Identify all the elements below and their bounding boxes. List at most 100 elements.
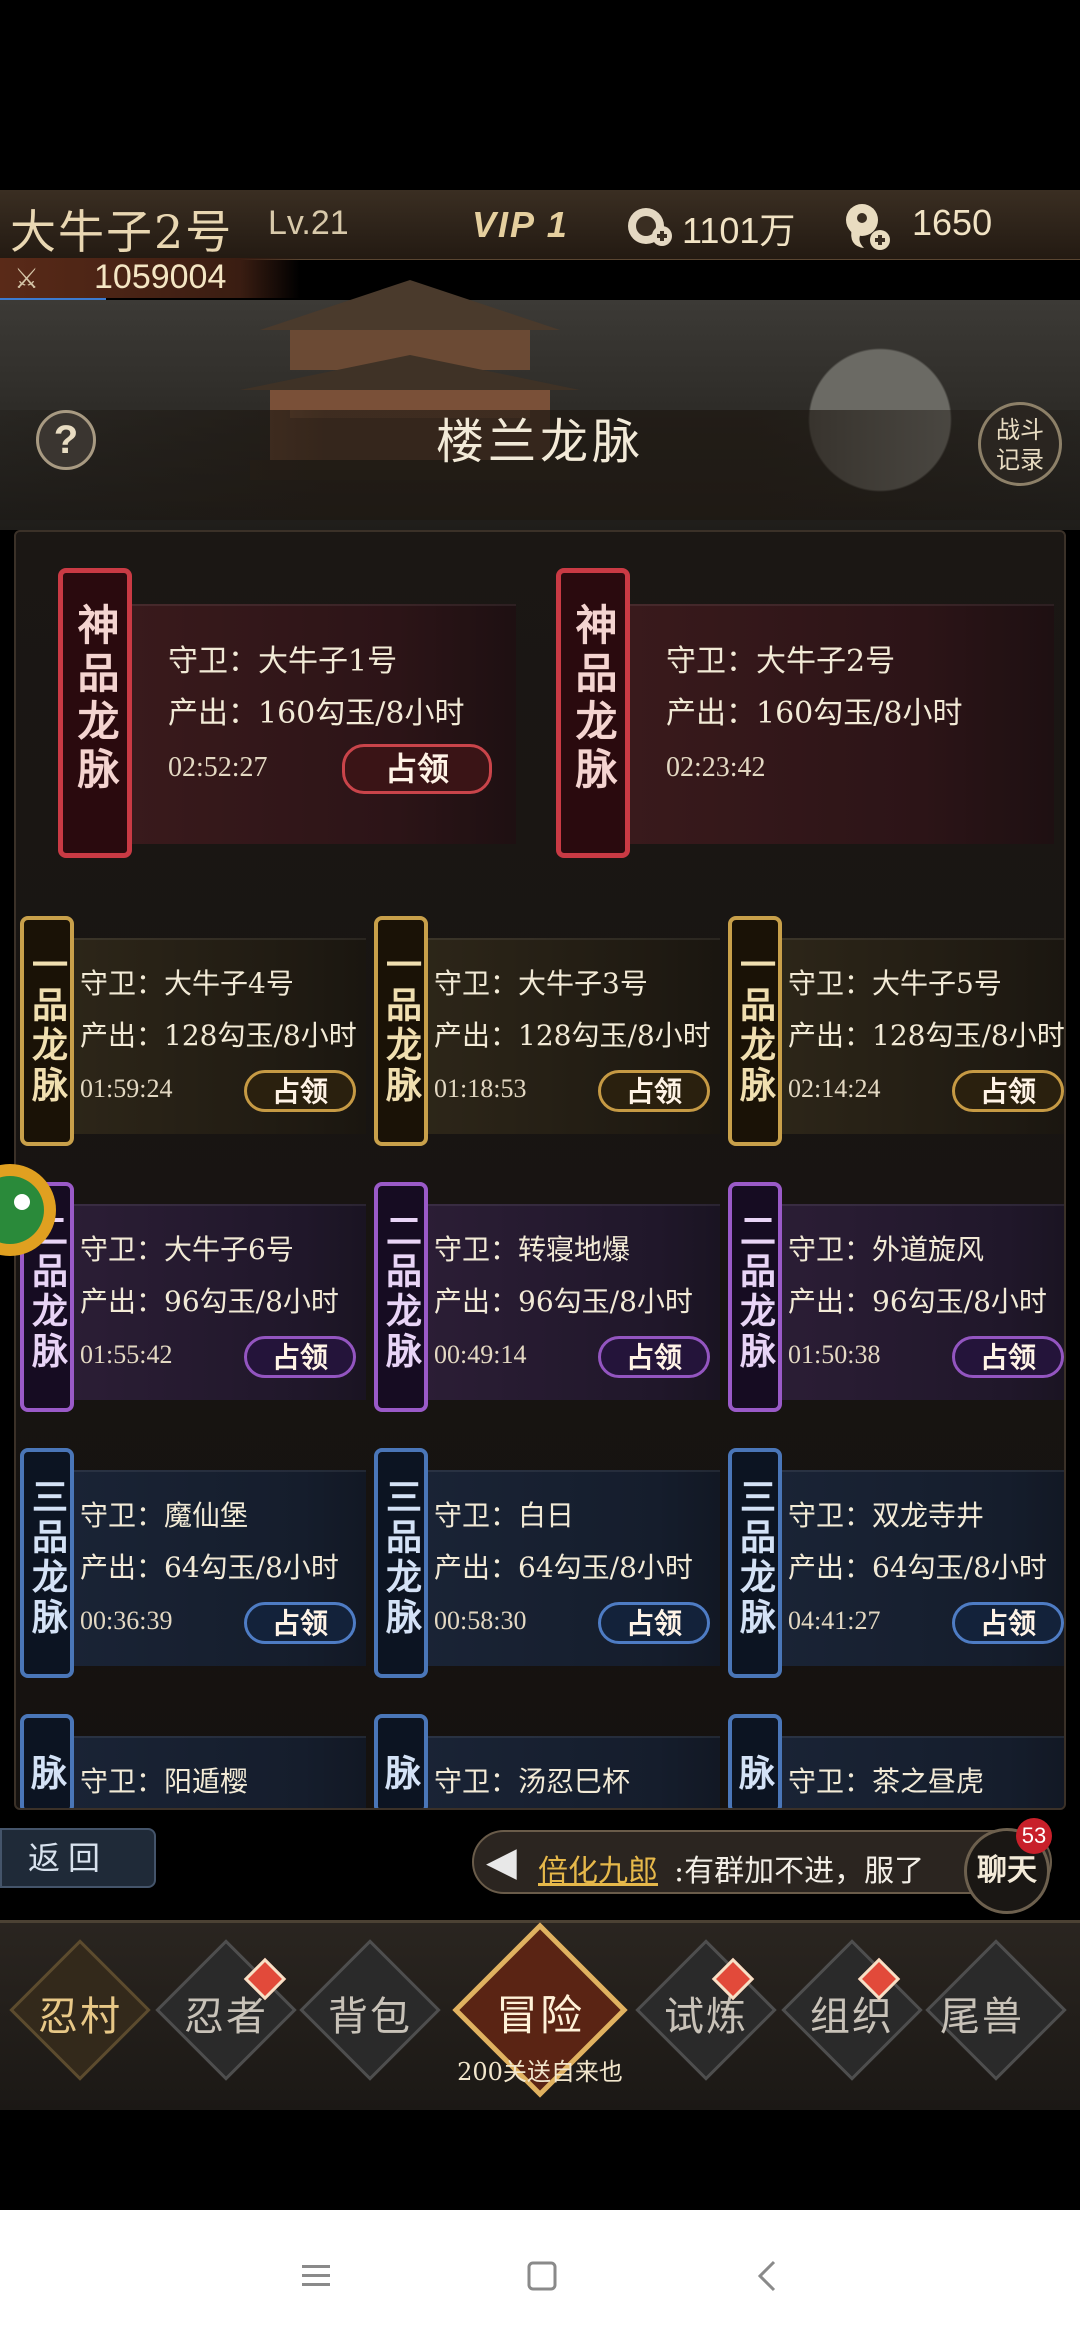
output-rate: 产出：64勾玉/8小时 [434, 1551, 693, 1584]
occupy-button[interactable]: 占领 [598, 1602, 710, 1644]
coin-add-icon[interactable] [624, 200, 676, 252]
grade3-vein-card[interactable]: 守卫：茶之昼虎 [760, 1736, 1064, 1808]
nav-village[interactable]: 忍村 [10, 1984, 150, 2042]
grade1-rank-ribbon: 一品龙脉 [728, 916, 782, 1146]
menu-icon[interactable] [296, 2256, 336, 2296]
divine-vein-card[interactable]: 守卫：大牛子2号 产出：160勾玉/8小时 02:23:42 [614, 604, 1054, 844]
rank-label: 神品龙脉 [569, 603, 618, 795]
rank-label: 三品龙脉 [733, 1754, 778, 1794]
output-rate: 产出：64勾玉/8小时 [80, 1551, 339, 1584]
rank-label: 三品龙脉 [380, 1478, 422, 1638]
grade1-rank-ribbon: 一品龙脉 [20, 916, 74, 1146]
output-rate: 产出：160勾玉/8小时 [666, 696, 963, 731]
guard-name: 守卫：茶之昼虎 [788, 1765, 985, 1798]
grade1-vein-card[interactable]: 守卫：大牛子4号 产出：128勾玉/8小时 01:59:24 占领 [52, 938, 366, 1134]
rank-label: 三品龙脉 [25, 1754, 70, 1794]
nav-trial[interactable]: 试炼 [636, 1984, 776, 2042]
occupy-button[interactable]: 占领 [952, 1070, 1064, 1112]
output-rate: 产出：128勾玉/8小时 [434, 1019, 711, 1052]
guard-name: 守卫：转寝地爆 [434, 1233, 631, 1266]
countdown-timer: 01:50:38 [788, 1340, 881, 1369]
grade3-rank-ribbon: 三品龙脉 [20, 1448, 74, 1678]
rank-label: 二品龙脉 [734, 1212, 776, 1372]
occupy-button[interactable]: 占领 [952, 1602, 1064, 1644]
guard-name: 守卫：大牛子5号 [788, 967, 1002, 1000]
occupy-button[interactable]: 占领 [598, 1336, 710, 1378]
grade3-vein-card[interactable]: 守卫：白日 产出：64勾玉/8小时 00:58:30 占领 [406, 1470, 720, 1666]
back-icon[interactable] [748, 2256, 788, 2296]
magatama-add-icon[interactable] [838, 198, 894, 254]
nav-adventure[interactable]: 冒险 [470, 1982, 610, 2043]
status-bar-area [0, 0, 1080, 190]
rank-label: 神品龙脉 [71, 603, 120, 795]
nav-tailed-beast[interactable]: 尾兽 [912, 1984, 1052, 2042]
divine-rank-ribbon: 神品龙脉 [58, 568, 132, 858]
nav-ninja[interactable]: 忍者 [156, 1984, 296, 2042]
guard-name: 守卫：大牛子4号 [80, 967, 294, 1000]
output-rate: 产出：64勾玉/8小时 [788, 1551, 1047, 1584]
occupy-button[interactable]: 占领 [244, 1336, 356, 1378]
occupy-button[interactable]: 占领 [952, 1336, 1064, 1378]
countdown-timer: 04:41:27 [788, 1606, 881, 1635]
rank-label: 一品龙脉 [380, 946, 422, 1106]
rank-label: 三品龙脉 [734, 1478, 776, 1638]
grade1-vein-card[interactable]: 守卫：大牛子3号 产出：128勾玉/8小时 01:18:53 占领 [406, 938, 720, 1134]
guard-name: 守卫：外道旋风 [788, 1233, 985, 1266]
output-rate: 产出：96勾玉/8小时 [434, 1285, 693, 1318]
occupy-button[interactable]: 占领 [598, 1070, 710, 1112]
grade1-vein-card[interactable]: 守卫：大牛子5号 产出：128勾玉/8小时 02:14:24 占领 [760, 938, 1065, 1134]
output-rate: 产出：128勾玉/8小时 [80, 1019, 357, 1052]
page-title: 楼兰龙脉 [435, 414, 644, 470]
rank-label: 三品龙脉 [379, 1754, 424, 1794]
grade3-vein-card[interactable]: 守卫：魔仙堡 产出：64勾玉/8小时 00:36:39 占领 [52, 1470, 366, 1666]
divine-rank-ribbon: 神品龙脉 [556, 568, 630, 858]
home-icon[interactable] [522, 2256, 562, 2296]
bottom-black-strip [0, 2110, 1080, 2210]
battle-record-button[interactable]: 战斗 记录 [978, 402, 1062, 486]
guard-name: 守卫：大牛子6号 [80, 1233, 294, 1266]
chat-message: :有群加不进，服了 [674, 1854, 925, 1889]
help-button[interactable]: ? [36, 410, 96, 470]
nav-guild[interactable]: 组织 [782, 1984, 922, 2042]
occupy-button[interactable]: 占领 [244, 1602, 356, 1644]
grade3-vein-card[interactable]: 守卫：汤忍巳杯 [406, 1736, 720, 1808]
grade1-rank-ribbon: 一品龙脉 [374, 916, 428, 1146]
grade2-vein-card[interactable]: 守卫：转寝地爆 产出：96勾玉/8小时 00:49:14 占领 [406, 1204, 720, 1400]
output-rate: 产出：128勾玉/8小时 [788, 1019, 1065, 1052]
grade3-rank-ribbon: 三品龙脉 [728, 1448, 782, 1678]
guard-name: 守卫：双龙寺井 [788, 1499, 985, 1532]
guard-name: 守卫：汤忍巳杯 [434, 1765, 631, 1798]
grade3-rank-ribbon: 三品龙脉 [728, 1714, 782, 1808]
grade2-vein-card[interactable]: 守卫：大牛子6号 产出：96勾玉/8小时 01:55:42 占领 [52, 1204, 366, 1400]
battle-record-label-1: 战斗 [996, 416, 1044, 444]
dragon-vein-panel: 守卫：大牛子1号 产出：160勾玉/8小时 02:52:27 占领 神品龙脉 守… [14, 530, 1066, 1810]
grade2-rank-ribbon: 二品龙脉 [728, 1182, 782, 1412]
floating-event-icon[interactable] [0, 1150, 60, 1270]
divine-vein-card[interactable]: 守卫：大牛子1号 产出：160勾玉/8小时 02:52:27 占领 [116, 604, 516, 844]
player-name[interactable]: 大牛子2号 [10, 196, 233, 262]
rank-label: 一品龙脉 [26, 946, 68, 1106]
countdown-timer: 01:18:53 [434, 1074, 527, 1103]
battle-record-label-2: 记录 [996, 446, 1044, 474]
grade3-vein-card[interactable]: 守卫：双龙寺井 产出：64勾玉/8小时 04:41:27 占领 [760, 1470, 1064, 1666]
guard-name: 守卫：大牛子2号 [666, 644, 896, 679]
countdown-timer: 00:36:39 [80, 1606, 173, 1635]
output-rate: 产出：160勾玉/8小时 [168, 696, 465, 731]
occupy-button[interactable]: 占领 [244, 1070, 356, 1112]
grade3-vein-card[interactable]: 守卫：阳遁樱 [52, 1736, 366, 1808]
guard-name: 守卫：阳遁樱 [80, 1765, 249, 1798]
vip-badge[interactable]: VIP 1 [472, 204, 569, 246]
arrow-left-icon[interactable]: ◀ [486, 1840, 526, 1884]
grade2-vein-card[interactable]: 守卫：外道旋风 产出：96勾玉/8小时 01:50:38 占领 [760, 1204, 1064, 1400]
countdown-timer: 00:49:14 [434, 1340, 527, 1369]
adventure-promo: 200关送自来也 [457, 2058, 623, 2086]
grade3-rank-ribbon: 三品龙脉 [374, 1448, 428, 1678]
back-button[interactable]: 返回 [0, 1828, 156, 1888]
nav-bag[interactable]: 背包 [300, 1984, 440, 2042]
magatama-value: 1650 [912, 202, 993, 243]
grade3-rank-ribbon: 三品龙脉 [374, 1714, 428, 1808]
chat-sender[interactable]: 倍化九郎 [538, 1846, 658, 1890]
occupy-button[interactable]: 占领 [342, 744, 492, 794]
grade3-rank-ribbon: 三品龙脉 [20, 1714, 74, 1808]
countdown-timer: 02:14:24 [788, 1074, 881, 1103]
